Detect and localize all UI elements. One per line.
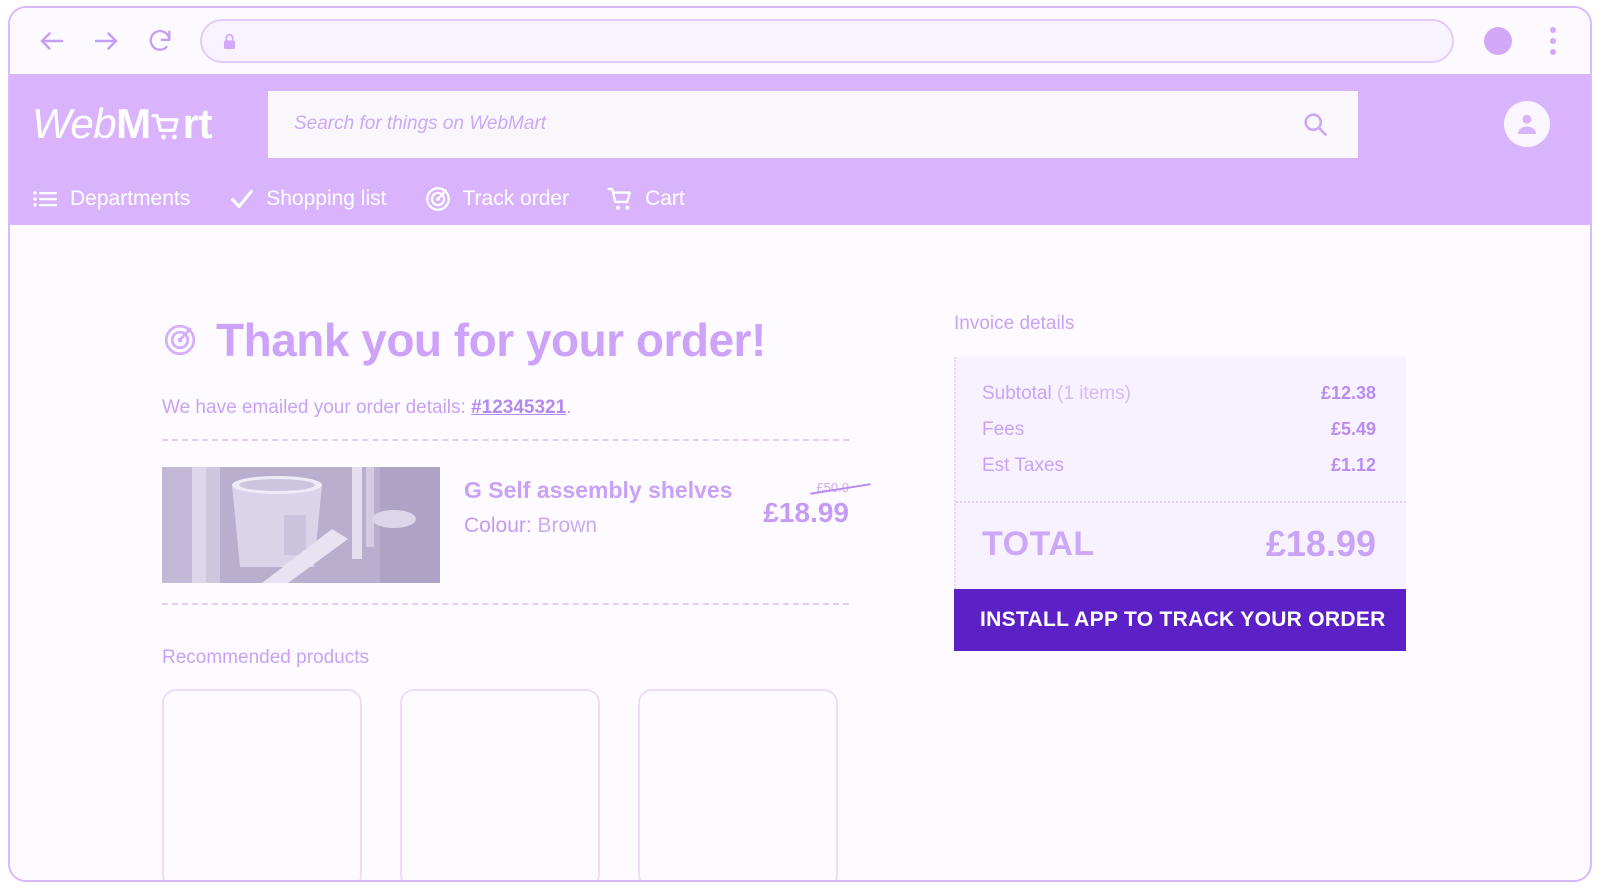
invoice-value-fees: £5.49 bbox=[1330, 419, 1376, 439]
brand-part-web: Web bbox=[32, 100, 117, 147]
order-email-notice: We have emailed your order details: #123… bbox=[162, 397, 862, 419]
nav-item-shopping-list[interactable]: Shopping list bbox=[228, 185, 386, 213]
site-nav: Departments Shopping list Track order Ca… bbox=[10, 174, 1590, 224]
product-old-price: £50.0 bbox=[816, 480, 849, 495]
product-price: £18.99 bbox=[763, 497, 849, 528]
product-image bbox=[162, 467, 440, 583]
order-number-link[interactable]: #12345321 bbox=[471, 397, 566, 418]
invoice-label-subtotal: Subtotal bbox=[982, 383, 1052, 404]
product-price-block: £50.0 £18.99 bbox=[739, 467, 849, 529]
reload-icon bbox=[149, 29, 171, 51]
radar-target-icon bbox=[162, 322, 198, 358]
recommended-product-card[interactable] bbox=[400, 689, 600, 880]
browser-toolbar bbox=[10, 8, 1590, 74]
nav-label-cart: Cart bbox=[645, 187, 685, 210]
product-colour-label: Colour: bbox=[464, 514, 532, 537]
install-app-button[interactable]: INSTALL APP TO TRACK YOUR ORDER bbox=[954, 589, 1406, 651]
nav-label-departments: Departments bbox=[70, 187, 191, 210]
invoice-row-est-taxes: Est Taxes £1.12 bbox=[982, 455, 1376, 477]
product-title[interactable]: G Self assembly shelves bbox=[464, 477, 739, 504]
forward-button[interactable] bbox=[86, 21, 126, 61]
profile-circle-icon[interactable] bbox=[1484, 27, 1512, 55]
arrow-left-icon bbox=[40, 32, 64, 50]
order-confirmation-page: Thank you for your order! We have emaile… bbox=[10, 225, 1590, 880]
invoice-value-est-taxes: £1.12 bbox=[1330, 455, 1376, 475]
shopping-cart-icon bbox=[150, 108, 184, 146]
nav-item-departments[interactable]: Departments bbox=[32, 185, 190, 213]
invoice-details-title: Invoice details bbox=[954, 313, 1075, 334]
search-bar[interactable]: Search for things on WebMart bbox=[268, 90, 1358, 158]
order-email-prefix: We have emailed your order details: bbox=[162, 397, 472, 418]
brand-part-m: M bbox=[116, 100, 151, 147]
invoice-row-fees: Fees £5.49 bbox=[982, 419, 1376, 441]
invoice-value-subtotal: £12.38 bbox=[1320, 383, 1376, 403]
recommended-product-card[interactable] bbox=[162, 689, 362, 880]
order-email-suffix: . bbox=[566, 397, 572, 418]
reload-button[interactable] bbox=[140, 21, 180, 61]
invoice-panel: Subtotal (1 items) £12.38 Fees £5.49 Est… bbox=[954, 357, 1406, 589]
order-line-item: G Self assembly shelves Colour: Brown £5… bbox=[162, 441, 849, 603]
nav-label-shopping-list: Shopping list bbox=[266, 187, 387, 210]
person-glyph-icon bbox=[1518, 114, 1536, 134]
page-title: Thank you for your order! bbox=[216, 314, 766, 366]
order-summary-column: Thank you for your order! We have emaile… bbox=[162, 313, 862, 880]
recommended-products-title: Recommended products bbox=[162, 647, 369, 668]
radar-target-icon bbox=[424, 185, 452, 213]
page-body: Thank you for your order! We have emaile… bbox=[10, 225, 1590, 880]
invoice-subtotal-count: (1 items) bbox=[1057, 383, 1131, 404]
recommended-products-grid bbox=[162, 689, 862, 880]
divider-bottom bbox=[162, 603, 849, 605]
invoice-row-subtotal: Subtotal (1 items) £12.38 bbox=[982, 383, 1376, 405]
check-icon bbox=[228, 185, 256, 213]
search-input[interactable]: Search for things on WebMart bbox=[294, 113, 1298, 135]
invoice-label-est-taxes: Est Taxes bbox=[982, 455, 1065, 476]
product-info: G Self assembly shelves Colour: Brown bbox=[464, 467, 739, 538]
invoice-total-value: £18.99 bbox=[1265, 523, 1376, 564]
product-colour: Colour: Brown bbox=[464, 514, 739, 538]
header-top-row: Web Mrt Search for things on WebMart bbox=[10, 74, 1590, 174]
thank-you-heading: Thank you for your order! bbox=[162, 313, 862, 367]
brand-logo[interactable]: Web Mrt bbox=[32, 100, 268, 148]
nav-item-cart[interactable]: Cart bbox=[607, 185, 685, 213]
url-bar[interactable] bbox=[200, 19, 1454, 63]
search-icon[interactable] bbox=[1298, 107, 1332, 141]
nav-item-track-order[interactable]: Track order bbox=[424, 185, 569, 213]
product-thumbnail[interactable] bbox=[162, 467, 440, 583]
brand-part-rt: rt bbox=[182, 100, 213, 147]
invoice-column: Invoice details Subtotal (1 items) £12.3… bbox=[954, 313, 1414, 880]
shopping-cart-icon bbox=[607, 185, 635, 213]
invoice-total-label: TOTAL bbox=[982, 524, 1095, 563]
invoice-label-fees: Fees bbox=[982, 419, 1025, 440]
invoice-total-row: TOTAL £18.99 bbox=[956, 503, 1406, 589]
site-header: Web Mrt Search for things on WebMart Dep… bbox=[10, 74, 1590, 225]
arrow-right-icon bbox=[94, 32, 118, 50]
recommended-product-card[interactable] bbox=[638, 689, 838, 880]
invoice-line-items: Subtotal (1 items) £12.38 Fees £5.49 Est… bbox=[956, 357, 1406, 499]
product-colour-value: Brown bbox=[537, 514, 598, 537]
account-avatar-icon[interactable] bbox=[1504, 101, 1550, 147]
kebab-menu-icon[interactable] bbox=[1538, 24, 1568, 58]
browser-window: Web Mrt Search for things on WebMart Dep… bbox=[8, 6, 1592, 882]
list-icon bbox=[32, 185, 60, 213]
back-button[interactable] bbox=[32, 21, 72, 61]
nav-label-track-order: Track order bbox=[462, 187, 570, 210]
lock-icon bbox=[223, 33, 236, 49]
